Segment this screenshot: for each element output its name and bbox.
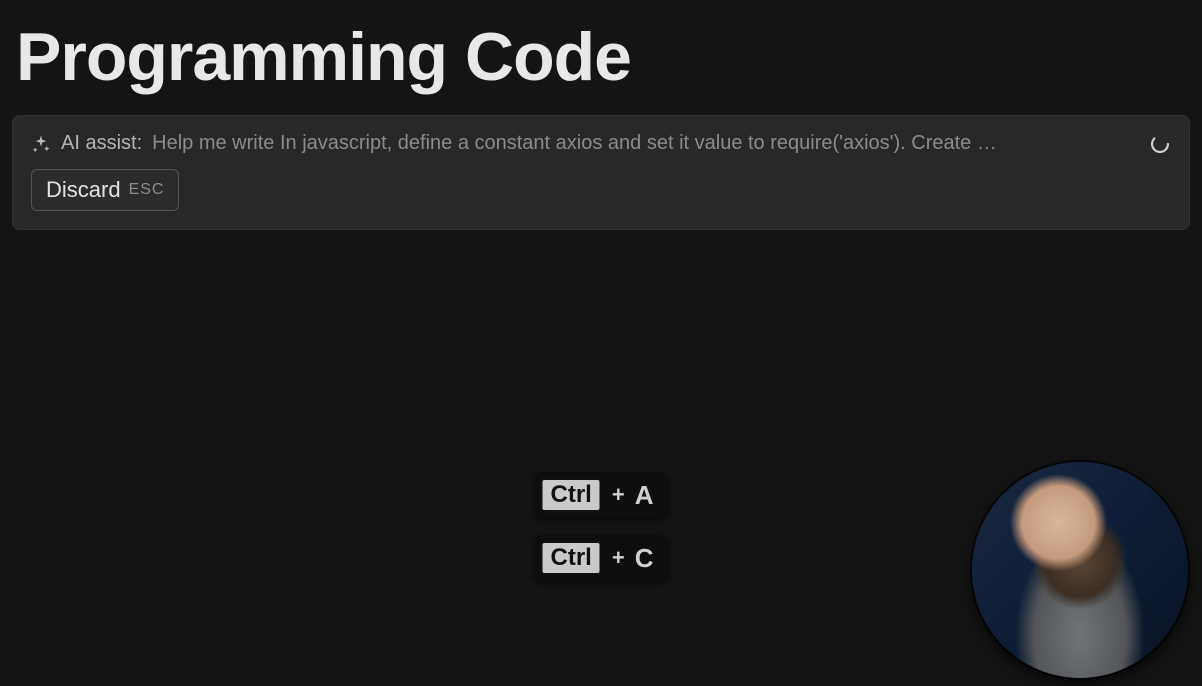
ai-assist-prompt: Help me write In javascript, define a co… (152, 132, 1139, 155)
key-separator: + (612, 545, 625, 571)
key-letter: C (635, 543, 654, 574)
key-modifier: Ctrl (541, 541, 602, 575)
ai-assist-row: AI assist: Help me write In javascript, … (31, 132, 1171, 155)
presenter-webcam (972, 462, 1188, 678)
discard-button-label: Discard (46, 177, 121, 203)
sparkle-icon (31, 134, 51, 154)
key-modifier: Ctrl (541, 478, 602, 512)
loading-spinner-icon (1149, 133, 1171, 155)
key-separator: + (612, 482, 625, 508)
key-letter: A (635, 480, 654, 511)
discard-button[interactable]: Discard ESC (31, 169, 179, 211)
discard-button-hint: ESC (129, 181, 165, 199)
shortcut-badge: Ctrl + A (535, 472, 668, 518)
ai-assist-panel: AI assist: Help me write In javascript, … (12, 115, 1190, 230)
shortcut-overlay: Ctrl + A Ctrl + C (535, 472, 668, 581)
ai-assist-label: AI assist: (61, 132, 142, 155)
shortcut-badge: Ctrl + C (535, 535, 668, 581)
page-title: Programming Code (16, 22, 1202, 93)
